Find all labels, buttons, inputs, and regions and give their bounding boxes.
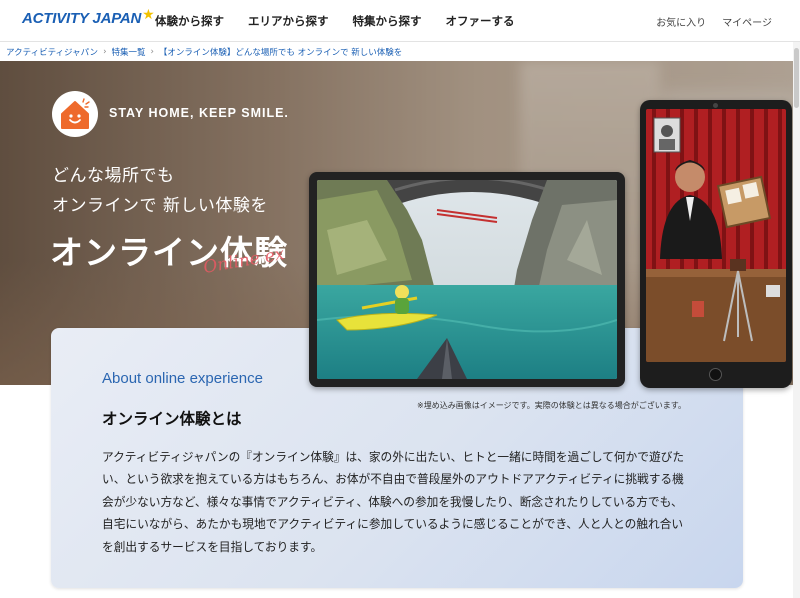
image-note: ※埋め込み画像はイメージです。実際の体験とは異なる場合がございます。 [417,401,686,410]
breadcrumb-features[interactable]: 特集一覧 [111,46,145,58]
phone-magician-image [640,100,792,388]
hero-tagline: STAY HOME, KEEP SMILE. [109,106,289,120]
favorites-link[interactable]: お気に入り [656,14,706,29]
about-heading-en: About online experience [102,370,263,387]
about-body: アクティビティジャパンの『オンライン体験』は、家の外に出たい、ヒトと一緒に時間を… [102,450,685,554]
magician-scene [646,109,786,362]
breadcrumb-separator: › [150,47,154,57]
phone-home-button [709,368,722,381]
nav-search-by-feature[interactable]: 特集から探す [353,13,422,29]
nav-offer[interactable]: オファーする [446,13,515,29]
tablet-kayak-image [309,172,625,387]
star-icon: ★ [142,6,155,23]
about-heading-jp: オンライン体験とは [102,410,242,428]
hero-subtitle-line1: どんな場所でも [52,166,175,186]
breadcrumb-home[interactable]: アクティビティジャパン [6,46,98,58]
site-header: ACTIVITY JAPAN ★ 体験から探す エリアから探す 特集から探す オ… [0,0,800,42]
hero-subtitle-line2: オンラインで 新しい体験を [52,196,268,216]
scrollbar-thumb[interactable] [794,48,799,108]
phone-camera [713,103,718,108]
kayak-scene [317,180,617,379]
breadcrumb-current: 【オンライン体験】どんな場所でも オンラインで 新しい体験を [158,48,403,58]
nav-search-by-area[interactable]: エリアから探す [248,13,329,29]
user-nav: お気に入り マイページ [640,0,772,42]
page-scrollbar[interactable] [793,42,800,598]
mypage-link[interactable]: マイページ [722,14,772,29]
global-nav: 体験から探す エリアから探す 特集から探す オファーする [155,0,539,42]
house-smile-icon [52,91,98,137]
breadcrumb: アクティビティジャパン › 特集一覧 › 【オンライン体験】どんな場所でも オン… [6,44,402,60]
breadcrumb-separator: › [103,47,107,57]
logo-text: ACTIVITY JAPAN [22,10,142,27]
site-logo[interactable]: ACTIVITY JAPAN ★ [22,6,155,28]
nav-search-by-experience[interactable]: 体験から探す [155,13,224,29]
